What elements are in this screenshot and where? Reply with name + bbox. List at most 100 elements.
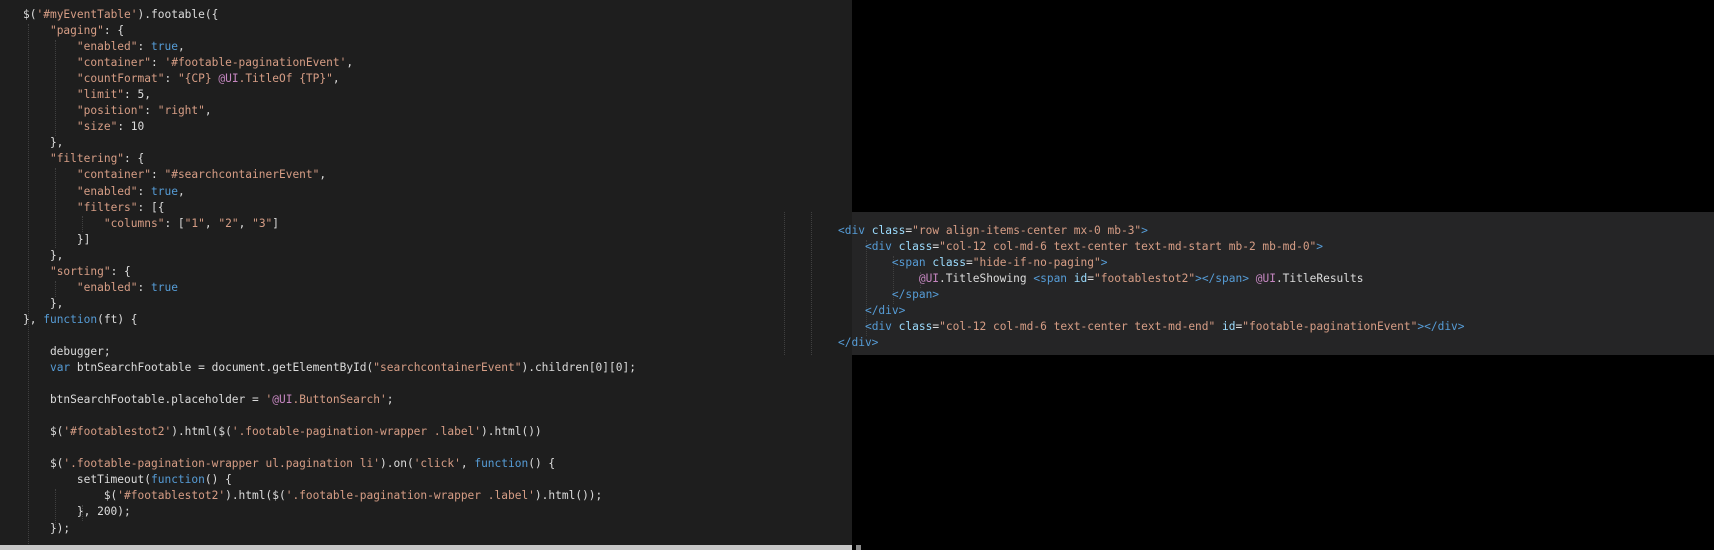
code-line[interactable]: [23, 376, 636, 392]
code-token: });: [23, 521, 71, 535]
code-token: ,: [346, 56, 354, 70]
code-line[interactable]: "enabled": true: [23, 280, 636, 296]
code-token: true: [151, 184, 178, 198]
code-line[interactable]: $('#myEventTable').footable({: [23, 7, 636, 23]
code-token: class: [932, 256, 967, 270]
code-token: :: [137, 40, 151, 54]
code-line[interactable]: </span>: [838, 287, 1465, 303]
code-token: "right": [157, 104, 205, 118]
code-token: "col-12 col-md-6 text-center text-md-end…: [939, 320, 1216, 334]
code-line[interactable]: <span class="hide-if-no-paging">: [838, 255, 1465, 271]
code-line[interactable]: });: [23, 521, 636, 537]
code-line[interactable]: "columns": ["1", "2", "3"]: [23, 216, 636, 232]
code-token: "col-12 col-md-6 text-center text-md-sta…: [939, 240, 1317, 254]
code-line[interactable]: "enabled": true,: [23, 39, 636, 55]
code-line[interactable]: <div class="col-12 col-md-6 text-center …: [838, 239, 1465, 255]
code-token: '.footable-pagination-wrapper ul.paginat…: [63, 457, 380, 471]
code-line[interactable]: "container": "#searchcontainerEvent",: [23, 167, 636, 183]
code-token: "footable-paginationEvent": [1242, 320, 1418, 334]
code-token: btnSearchFootable.placeholder =: [23, 393, 266, 407]
code-token: $(: [23, 489, 118, 503]
code-line[interactable]: var btnSearchFootable = document.getElem…: [23, 360, 636, 376]
code-token: "size": [76, 120, 118, 134]
code-token: "paging": [49, 24, 104, 38]
code-line[interactable]: </div>: [838, 303, 1465, 319]
horizontal-scrollbar[interactable]: [0, 545, 852, 550]
code-line[interactable]: "position": "right",: [23, 103, 636, 119]
code-token: },: [23, 312, 44, 326]
code-token: : {: [103, 24, 125, 38]
code-token: "enabled": [76, 280, 138, 294]
code-token: function: [150, 473, 205, 487]
code-line[interactable]: [23, 408, 636, 424]
code-token: },: [23, 136, 64, 150]
code-token: "1": [184, 216, 205, 230]
code-line[interactable]: "sorting": {: [23, 264, 636, 280]
code-token: "enabled": [76, 40, 138, 54]
code-token: "searchcontainerEvent": [373, 361, 522, 375]
code-line[interactable]: "paging": {: [23, 23, 636, 39]
code-token: () {: [204, 473, 232, 487]
code-token: class: [898, 240, 933, 254]
code-token: "row align-items-center mx-0 mb-3": [912, 224, 1142, 237]
right-code-content[interactable]: <div class="row align-items-center mx-0 …: [838, 223, 1465, 351]
code-token: ]: [272, 216, 280, 230]
indent-guide: [811, 212, 812, 355]
code-token: :: [150, 168, 165, 182]
code-token: </span>: [891, 288, 940, 302]
code-line[interactable]: <div class="row align-items-center mx-0 …: [838, 223, 1465, 239]
code-line[interactable]: "countFormat": "{CP} @UI.TitleOf {TP}",: [23, 71, 636, 87]
code-line[interactable]: },: [23, 296, 636, 312]
code-line[interactable]: },: [23, 248, 636, 264]
code-line[interactable]: "container": '#footable-paginationEvent'…: [23, 55, 636, 71]
code-line[interactable]: @UI.TitleShowing <span id="footablestot2…: [838, 271, 1465, 287]
code-token: ,: [204, 216, 219, 230]
code-token: "columns": [103, 216, 165, 230]
code-line[interactable]: "enabled": true,: [23, 184, 636, 200]
code-token: '#footablestot2': [117, 489, 226, 503]
code-line[interactable]: "size": 10: [23, 119, 636, 135]
code-line[interactable]: [23, 440, 636, 456]
code-token: class: [871, 224, 906, 237]
scroll-arrow-icon[interactable]: [856, 545, 861, 550]
code-token: function: [474, 457, 529, 471]
code-token: }]: [23, 232, 91, 246]
code-line[interactable]: $('.footable-pagination-wrapper ul.pagin…: [23, 456, 636, 472]
code-line[interactable]: $('#footablestot2').html($('.footable-pa…: [23, 488, 636, 504]
code-line[interactable]: }, 200);: [23, 504, 636, 520]
code-token: ).html());: [534, 489, 603, 503]
left-code-editor[interactable]: $('#myEventTable').footable({ "paging": …: [0, 0, 852, 550]
code-line[interactable]: "filtering": {: [23, 151, 636, 167]
code-line[interactable]: setTimeout(function() {: [23, 472, 636, 488]
code-line[interactable]: [23, 328, 636, 344]
code-line[interactable]: <div class="col-12 col-md-6 text-center …: [838, 319, 1465, 335]
code-line[interactable]: }]: [23, 232, 636, 248]
code-token: "countFormat": [76, 72, 165, 86]
code-line[interactable]: "filters": [{: [23, 200, 636, 216]
code-token: :: [137, 184, 151, 198]
code-line[interactable]: </div>: [838, 335, 1465, 351]
code-token: ,: [238, 216, 253, 230]
code-line[interactable]: },: [23, 135, 636, 151]
code-token: <: [864, 240, 872, 254]
code-token: : 10: [117, 120, 145, 134]
code-token: div: [871, 320, 892, 334]
code-token: $(: [23, 8, 37, 21]
code-token: true: [151, 40, 178, 54]
code-token: div: [844, 224, 865, 237]
code-line[interactable]: btnSearchFootable.placeholder = '@UI.But…: [23, 392, 636, 408]
code-line[interactable]: $('#footablestot2').html($('.footable-pa…: [23, 424, 636, 440]
left-code-content[interactable]: $('#myEventTable').footable({ "paging": …: [23, 7, 636, 537]
code-line[interactable]: "limit": 5,: [23, 87, 636, 103]
code-line[interactable]: }, function(ft) {: [23, 312, 636, 328]
code-line[interactable]: debugger;: [23, 344, 636, 360]
